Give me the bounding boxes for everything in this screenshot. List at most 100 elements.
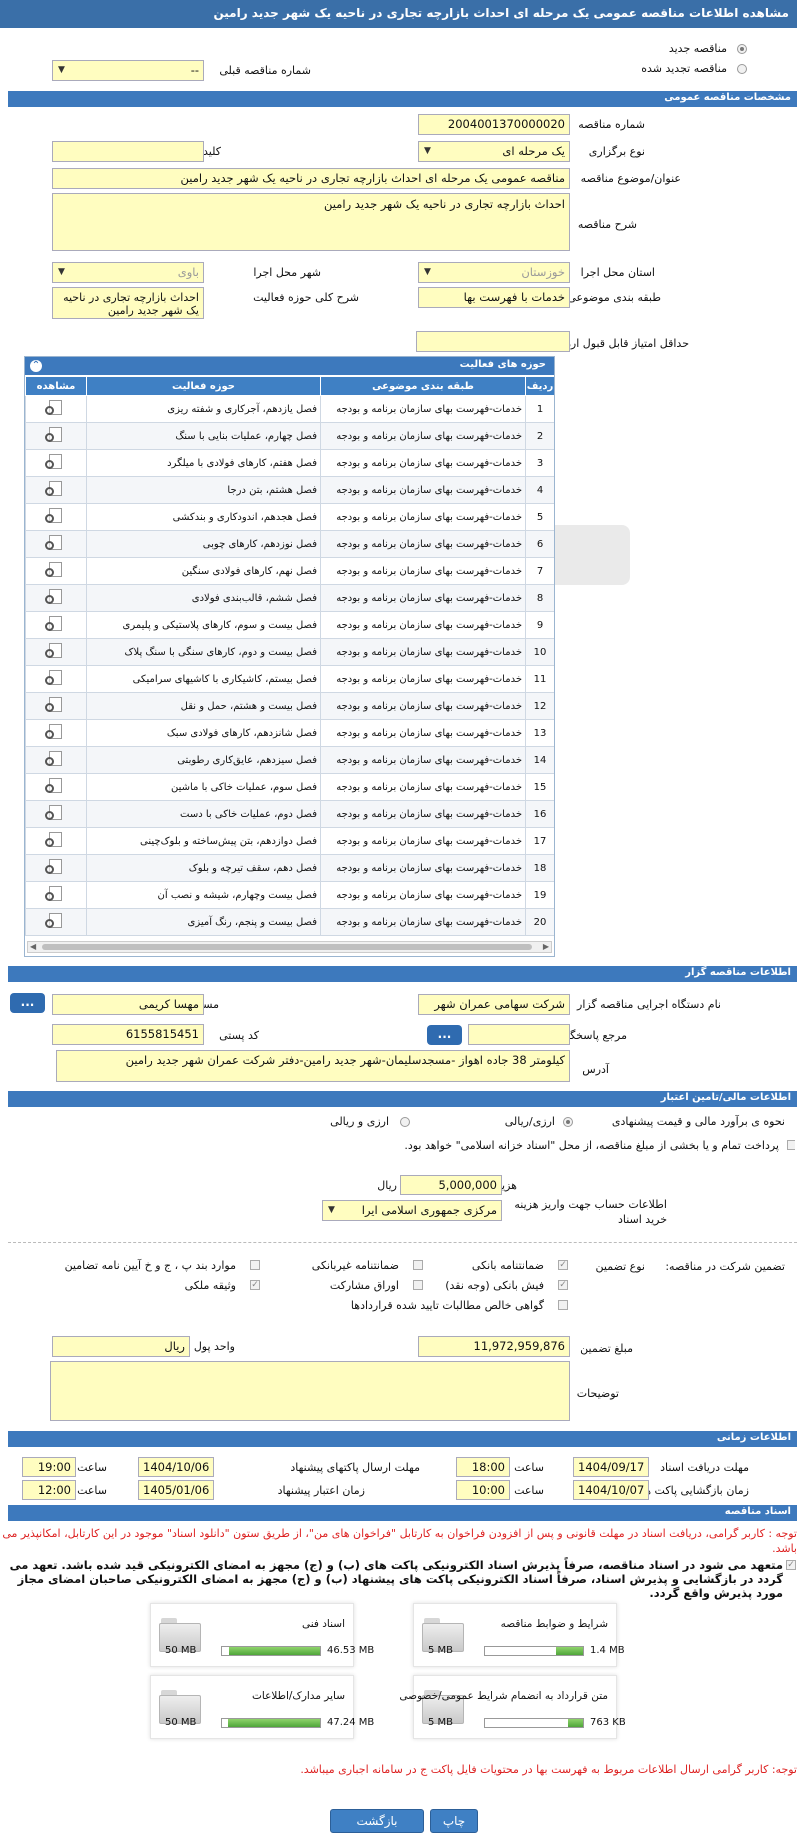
nonbank-guarantee-label: ضمانتنامه غیربانکی	[311, 1259, 399, 1272]
open-time-field[interactable]: 10:00	[456, 1480, 510, 1500]
back-button[interactable]: بازگشت	[330, 1809, 424, 1833]
doc-card[interactable]: متن قرارداد به انضمام شرایط عمومی/خصوصی …	[399, 1675, 626, 1739]
keyword-field[interactable]	[52, 141, 204, 162]
cash-checkbox[interactable]: ✓	[558, 1280, 568, 1290]
view-magnifier-icon[interactable]	[45, 777, 67, 795]
registrar-field[interactable]: مهسا کریمی	[52, 994, 204, 1015]
table-row: 7 خدمات-فهرست بهای سازمان برنامه و بودجه ف…	[25, 557, 554, 585]
view-magnifier-icon[interactable]	[45, 885, 67, 903]
section-timing: اطلاعات زمانی	[8, 1431, 797, 1447]
row-activity: فصل بیست و دوم، کارهای سنگی با سنگ پلاک	[86, 638, 321, 666]
row-category: خدمات-فهرست بهای سازمان برنامه و بودجه	[320, 449, 526, 477]
view-magnifier-icon[interactable]	[45, 804, 67, 822]
view-magnifier-icon[interactable]	[45, 615, 67, 633]
guarantee-amount-field[interactable]: 11,972,959,876	[418, 1336, 570, 1357]
scope-field[interactable]: احداث بازارچه تجاری در ناحیه یک شهر جدید…	[52, 287, 204, 319]
collapse-icon[interactable]: ⌃	[30, 360, 42, 372]
validity-time-field[interactable]: 12:00	[22, 1480, 76, 1500]
items-checkbox[interactable]	[250, 1260, 260, 1270]
view-magnifier-icon[interactable]	[45, 534, 67, 552]
row-number: 13	[525, 719, 554, 747]
validity-label: زمان اعتبار پیشنهاد	[277, 1484, 365, 1497]
currency-field[interactable]: ریال	[52, 1336, 190, 1357]
validity-date-field[interactable]: 1405/01/06	[138, 1480, 214, 1500]
account-value: مرکزی جمهوری اسلامی ایرا	[361, 1203, 497, 1217]
scroll-right-icon[interactable]: ▶	[543, 942, 549, 951]
row-category: خدمات-فهرست بهای سازمان برنامه و بودجه	[320, 584, 526, 612]
doc-progress	[484, 1718, 584, 1728]
new-tender-radio[interactable]	[737, 44, 747, 54]
org-field[interactable]: شرکت سهامی عمران شهر	[418, 994, 570, 1015]
row-category: خدمات-فهرست بهای سازمان برنامه و بودجه	[320, 422, 526, 450]
guarantee-label: تضمین شرکت در مناقصه:	[665, 1260, 785, 1273]
view-magnifier-icon[interactable]	[45, 831, 67, 849]
row-number: 16	[525, 800, 554, 828]
view-magnifier-icon[interactable]	[45, 480, 67, 498]
table-row: 5 خدمات-فهرست بهای سازمان برنامه و بودجه ف…	[25, 503, 554, 531]
print-button[interactable]: چاپ	[430, 1809, 478, 1833]
ref-lookup-button[interactable]: ...	[427, 1025, 462, 1045]
shares-checkbox[interactable]	[413, 1280, 423, 1290]
chevron-down-icon: ▼	[58, 267, 65, 277]
row-number: 10	[525, 638, 554, 666]
view-magnifier-icon[interactable]	[45, 399, 67, 417]
renewed-tender-radio[interactable]	[737, 64, 747, 74]
doc-card[interactable]: سایر مدارک/اطلاعات 47.24 MB 50 MB	[150, 1675, 374, 1739]
desc-field[interactable]: احداث بازارچه تجاری در ناحیه یک شهر جدید…	[52, 193, 570, 251]
scroll-left-icon[interactable]: ◀	[30, 942, 36, 951]
view-magnifier-icon[interactable]	[45, 696, 67, 714]
view-magnifier-icon[interactable]	[45, 669, 67, 687]
view-magnifier-icon[interactable]	[45, 561, 67, 579]
row-view-cell	[25, 611, 87, 639]
view-magnifier-icon[interactable]	[45, 588, 67, 606]
ref-field[interactable]	[468, 1024, 570, 1045]
city-select[interactable]: باوی ▼	[52, 262, 204, 283]
property-checkbox[interactable]: ✓	[250, 1280, 260, 1290]
notes-field[interactable]	[50, 1361, 570, 1421]
account-select[interactable]: مرکزی جمهوری اسلامی ایرا ▼	[322, 1200, 502, 1221]
open-date-field[interactable]: 1404/10/07	[573, 1480, 649, 1500]
prev-tender-select[interactable]: -- ▼	[52, 60, 204, 81]
doc-progress-fill	[555, 1647, 583, 1655]
category-field[interactable]: خدمات با فهرست بها	[418, 287, 570, 308]
receive-time-label: ساعت	[514, 1461, 544, 1474]
nonbank-guarantee-checkbox[interactable]	[413, 1260, 423, 1270]
type-select[interactable]: یک مرحله ای ▼	[418, 141, 570, 162]
claims-checkbox[interactable]	[558, 1300, 568, 1310]
row-activity: فصل هفتم، کارهای فولادی با میلگرد	[86, 449, 321, 477]
table-row: 3 خدمات-فهرست بهای سازمان برنامه و بودجه ف…	[25, 449, 554, 477]
tender-no-field[interactable]: 2004001370000020	[418, 114, 570, 135]
both-currency-radio[interactable]	[400, 1117, 410, 1127]
rial-radio[interactable]	[563, 1117, 573, 1127]
submit-date-field[interactable]: 1404/10/06	[138, 1457, 214, 1477]
registrar-lookup-button[interactable]: ...	[10, 993, 45, 1013]
notes-label: توضیحات	[576, 1387, 619, 1400]
receive-time-field[interactable]: 18:00	[456, 1457, 510, 1477]
doc-fee-field[interactable]: 5,000,000	[400, 1175, 502, 1195]
row-number: 5	[525, 503, 554, 531]
scrollbar-thumb[interactable]	[42, 944, 532, 950]
view-magnifier-icon[interactable]	[45, 912, 67, 930]
receive-date-field[interactable]: 1404/09/17	[573, 1457, 649, 1477]
min-score-field[interactable]	[416, 331, 570, 352]
row-activity: فصل چهارم، عملیات بنایی با سنگ	[86, 422, 321, 450]
submit-time-field[interactable]: 19:00	[22, 1457, 76, 1477]
view-magnifier-icon[interactable]	[45, 426, 67, 444]
view-magnifier-icon[interactable]	[45, 642, 67, 660]
horizontal-scrollbar[interactable]: ◀ ▶	[27, 941, 552, 953]
view-magnifier-icon[interactable]	[45, 858, 67, 876]
postal-field[interactable]: 6155815451	[52, 1024, 204, 1045]
address-field[interactable]: کیلومتر 38 جاده اهواز -مسجدسلیمان-شهر جد…	[56, 1050, 570, 1082]
row-number: 6	[525, 530, 554, 558]
doc-card[interactable]: شرایط و ضوابط مناقصه 1.4 MB 5 MB	[413, 1603, 625, 1667]
bank-guarantee-checkbox[interactable]: ✓	[558, 1260, 568, 1270]
view-magnifier-icon[interactable]	[45, 507, 67, 525]
doc-card[interactable]: اسناد فنی 46.53 MB 50 MB	[150, 1603, 374, 1667]
subject-field[interactable]: مناقصه عمومی یک مرحله ای احداث بازارچه ت…	[52, 168, 570, 189]
view-magnifier-icon[interactable]	[45, 723, 67, 741]
doc-progress	[484, 1646, 584, 1656]
view-magnifier-icon[interactable]	[45, 453, 67, 471]
view-magnifier-icon[interactable]	[45, 750, 67, 768]
province-select[interactable]: خوزستان ▼	[418, 262, 570, 283]
submit-label: مهلت ارسال پاکتهای پیشنهاد	[290, 1461, 420, 1474]
